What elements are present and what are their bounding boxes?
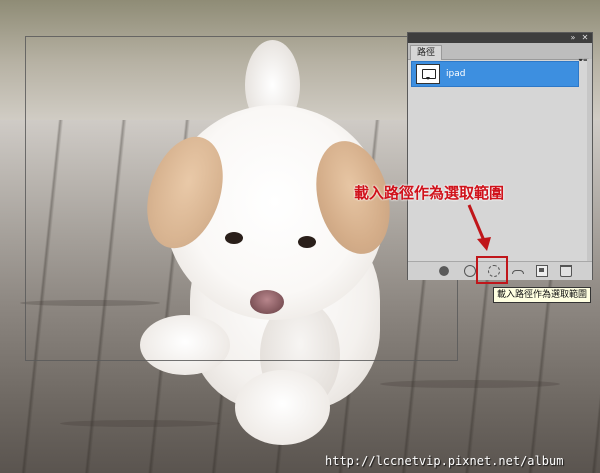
create-new-path-icon[interactable]: [536, 265, 548, 277]
paths-panel: » ✕ 路徑 ▾≡ ipad: [407, 32, 593, 280]
fill-path-icon[interactable]: [438, 265, 450, 277]
watermark: http://lccnetvip.pixnet.net/album: [325, 454, 564, 468]
panel-scrollbar[interactable]: [587, 59, 592, 261]
panel-title-bar[interactable]: » ✕: [408, 33, 592, 43]
speech-bubble-path-thumbnail-icon: [416, 64, 440, 84]
annotation-label: 載入路徑作為選取範圍: [354, 184, 505, 202]
dog-paw-right: [235, 370, 330, 445]
path-name: ipad: [446, 69, 466, 79]
tab-paths[interactable]: 路徑: [410, 45, 443, 60]
tooltip: 載入路徑作為選取範圍: [493, 287, 592, 303]
stroke-path-icon[interactable]: [464, 265, 476, 277]
make-work-path-icon[interactable]: [512, 265, 524, 277]
double-chevron-right-icon[interactable]: »: [568, 33, 578, 43]
wood-grain: [60, 420, 220, 427]
path-list: ipad: [411, 61, 588, 261]
delete-path-icon[interactable]: [560, 265, 572, 277]
button-highlight-box: [476, 256, 508, 284]
panel-tab-row: 路徑 ▾≡: [408, 43, 592, 65]
wood-grain: [380, 380, 560, 388]
close-icon[interactable]: ✕: [580, 33, 590, 43]
path-row-ipad[interactable]: ipad: [411, 61, 579, 87]
annotation-arrow-icon: [467, 204, 491, 251]
